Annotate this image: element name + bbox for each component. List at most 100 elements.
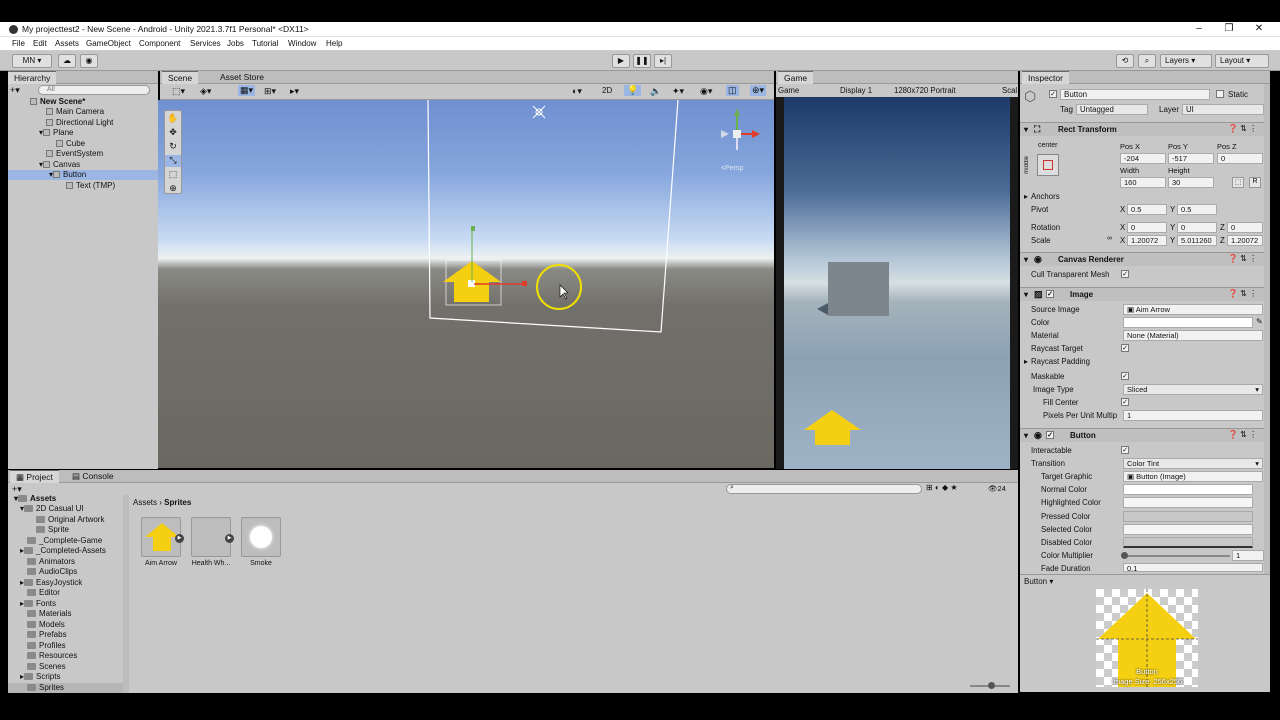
tab-console[interactable]: ▤ Console	[66, 470, 120, 483]
highlighted-color-swatch[interactable]	[1123, 497, 1253, 508]
menu-services[interactable]: Services	[190, 39, 221, 48]
component-menu-icon[interactable]: ❓ ⇅ ⋮	[1228, 289, 1257, 298]
component-menu-icon[interactable]: ❓ ⇅ ⋮	[1228, 254, 1257, 263]
menu-jobs[interactable]: Jobs	[227, 39, 244, 48]
tree-item-original-artwork[interactable]: Original Artwork	[36, 515, 104, 525]
y-axis-handle-tip[interactable]	[471, 226, 475, 231]
pivot-x-field[interactable]: 0.5	[1127, 204, 1167, 215]
component-menu-icon[interactable]: ❓ ⇅ ⋮	[1228, 124, 1257, 133]
hierarchy-item-main-camera[interactable]: Main Camera	[46, 107, 104, 117]
effects-icon[interactable]: ✦▾	[672, 86, 684, 97]
hierarchy-item-canvas[interactable]: ▾ Canvas	[39, 160, 80, 170]
hierarchy-item-cube[interactable]: Cube	[56, 139, 85, 149]
breadcrumb-sprites[interactable]: Sprites	[164, 498, 191, 507]
tree-item-sprite[interactable]: Sprite	[36, 525, 69, 535]
orientation-gizmo-icon[interactable]	[721, 108, 760, 150]
pressed-color-swatch[interactable]	[1123, 511, 1253, 522]
menu-assets[interactable]: Assets	[55, 39, 79, 48]
persp-label[interactable]: <Persp	[721, 165, 743, 172]
tag-dropdown[interactable]: Untagged	[1076, 104, 1148, 115]
close-button[interactable]: ✕	[1252, 23, 1266, 34]
game-viewport[interactable]	[784, 97, 1010, 469]
tab-asset-store[interactable]: Asset Store	[214, 71, 270, 84]
scene-visibility-icon[interactable]: ◉▾	[700, 86, 712, 97]
hierarchy-item-new-scene[interactable]: New Scene*	[30, 97, 85, 107]
static-checkbox[interactable]	[1216, 90, 1224, 98]
asset-smoke[interactable]	[241, 517, 281, 557]
tree-item-audioclips[interactable]: AudioClips	[27, 567, 77, 577]
transform-tool-icon[interactable]: ⊕	[165, 183, 181, 195]
asset-aim-arrow[interactable]: ▶	[141, 517, 184, 557]
tab-scene[interactable]: Scene	[162, 71, 199, 84]
hierarchy-item-eventsystem[interactable]: EventSystem	[46, 149, 103, 159]
cloud-icon[interactable]: ☁	[58, 54, 76, 68]
maskable-checkbox[interactable]: ✓	[1121, 372, 1129, 380]
scale-slider-label[interactable]: Scal	[1002, 86, 1017, 95]
pause-button[interactable]: ❚❚	[633, 54, 651, 68]
canvas-renderer-header[interactable]: ▾ ◉ Canvas Renderer ❓ ⇅ ⋮	[1020, 252, 1270, 266]
gizmos-icon[interactable]: ⊕▾	[750, 85, 767, 96]
posy-field[interactable]: -517	[1168, 153, 1214, 164]
hand-tool-icon[interactable]: ✋	[165, 113, 181, 125]
scale-x-field[interactable]: 1.20072	[1127, 235, 1167, 246]
thumbnail-size-thumb[interactable]	[988, 682, 995, 689]
ppu-field[interactable]: 1	[1123, 410, 1263, 421]
game-view-dropdown[interactable]: Game	[778, 86, 799, 95]
tree-item-completed-assets[interactable]: ▸ _Completed-Assets	[20, 546, 106, 556]
constrain-scale-icon[interactable]: ∞	[1107, 235, 1112, 242]
component-menu-icon[interactable]: ❓ ⇅ ⋮	[1228, 430, 1257, 439]
shading-icon[interactable]: ◐▾	[572, 86, 582, 97]
cull-checkbox[interactable]: ✓	[1121, 270, 1129, 278]
raycast-padding-row[interactable]: ▸ Raycast Padding	[1020, 356, 1270, 368]
hierarchy-item-directional-light[interactable]: Directional Light	[46, 118, 113, 128]
scale-z-field[interactable]: 1.20072	[1227, 235, 1263, 246]
blueprint-mode-icon[interactable]: ⬚	[1232, 177, 1244, 188]
rect-transform-header[interactable]: ▾ ⛶ Rect Transform ❓ ⇅ ⋮	[1020, 122, 1270, 136]
x-axis-handle-tip[interactable]	[522, 281, 527, 286]
layers-dropdown[interactable]: Layers ▾	[1160, 54, 1212, 68]
snap-increment-icon[interactable]: ⊞▾	[264, 86, 276, 97]
pivot-y-field[interactable]: 0.5	[1177, 204, 1217, 215]
fade-duration-field[interactable]: 0.1	[1123, 563, 1263, 573]
hierarchy-item-text-tmp[interactable]: Text (TMP)	[66, 181, 115, 191]
eyedropper-icon[interactable]: ✎	[1256, 317, 1263, 326]
menu-component[interactable]: Component	[139, 39, 180, 48]
raw-edit-button[interactable]: R	[1249, 177, 1261, 188]
raycast-target-checkbox[interactable]: ✓	[1121, 344, 1129, 352]
tree-item-prefabs[interactable]: Prefabs	[27, 630, 67, 640]
button-enabled-checkbox[interactable]: ✓	[1046, 431, 1054, 439]
rot-x-field[interactable]: 0	[1127, 222, 1167, 233]
history-icon[interactable]: ⟲	[1116, 54, 1134, 68]
rect-tool-icon[interactable]: ⬚	[165, 169, 181, 181]
hierarchy-item-plane[interactable]: ▾ Plane	[39, 128, 73, 138]
tree-item-assets[interactable]: ▾ Assets	[14, 495, 56, 504]
tree-item-complete-game[interactable]: _Complete-Game	[27, 536, 102, 546]
transition-dropdown[interactable]: Color Tint ▾	[1123, 458, 1263, 469]
tree-item-animators[interactable]: Animators	[27, 557, 75, 567]
account-button[interactable]: MN ▾	[12, 54, 52, 68]
draw-mode-icon[interactable]: ⬚▾	[172, 86, 185, 97]
multiplier-slider-thumb[interactable]	[1121, 552, 1128, 559]
layout-dropdown[interactable]: Layout ▾	[1215, 54, 1269, 68]
button-component-header[interactable]: ▾ ◉ ✓ Button ❓ ⇅ ⋮	[1020, 428, 1270, 442]
tree-item-resources[interactable]: Resources	[27, 651, 77, 661]
object-name-field[interactable]: Button	[1060, 89, 1210, 100]
breadcrumb-assets[interactable]: Assets	[133, 498, 157, 507]
color-swatch[interactable]	[1123, 317, 1253, 328]
disabled-color-swatch[interactable]	[1123, 537, 1253, 548]
tab-game[interactable]: Game	[778, 71, 814, 84]
hierarchy-search-input[interactable]: All	[38, 85, 150, 95]
lighting-icon[interactable]: 💡	[624, 85, 642, 96]
project-search-input[interactable]: ⌕	[726, 484, 922, 494]
create-asset-icon[interactable]: +▾	[12, 484, 22, 495]
image-type-dropdown[interactable]: Sliced ▾	[1123, 384, 1263, 395]
fill-center-checkbox[interactable]: ✓	[1121, 398, 1129, 406]
menu-edit[interactable]: Edit	[33, 39, 47, 48]
visibility-count[interactable]: 👁24	[988, 484, 1006, 493]
multiplier-slider-track[interactable]	[1124, 555, 1230, 557]
expand-sprite-icon[interactable]: ▶	[175, 534, 184, 543]
tree-item-models[interactable]: Models	[27, 620, 65, 630]
resolution-dropdown[interactable]: 1280x720 Portrait	[894, 86, 956, 95]
gizmo-cube-icon[interactable]: ◈▾	[200, 86, 211, 97]
normal-color-swatch[interactable]	[1123, 484, 1253, 495]
